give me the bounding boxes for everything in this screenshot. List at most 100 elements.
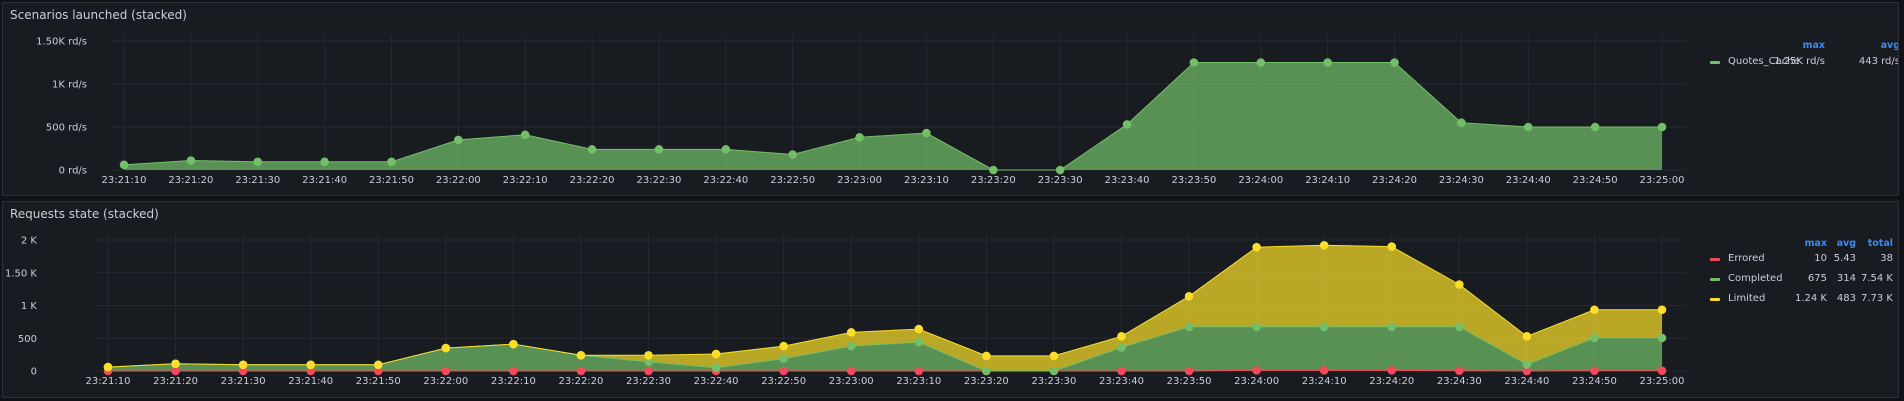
x-tick-label: 23:22:30 (626, 376, 671, 387)
scenarios-chart[interactable]: 0 rd/s 500 rd/s 1K rd/s 1.50K rd/s 23:21:10 2… (3, 3, 1899, 196)
legend-series-name: Limited (1728, 293, 1766, 304)
requests-chart[interactable]: 0 500 1 K 1.50 K 2 K 23:21:10 23:21:20 23:21:30… (3, 202, 1899, 398)
x-tick-label: 23:24:30 (1437, 376, 1482, 387)
legend-header-max[interactable]: max (1795, 40, 1825, 51)
data-point (119, 160, 129, 170)
data-point (1319, 240, 1329, 250)
y-tick-label: 500 rd/s (46, 123, 87, 134)
x-tick-label: 23:23:40 (1105, 175, 1150, 186)
data-point (846, 328, 856, 337)
legend-item-limited[interactable]: Limited 1.24 K 483 7.73 K (1710, 291, 1898, 307)
data-point (846, 366, 856, 376)
legend-value-total: 7.73 K (1860, 293, 1893, 304)
data-point (520, 130, 530, 140)
data-point (1256, 58, 1266, 67)
y-tick-label: 0 rd/s (59, 166, 87, 177)
data-point (576, 350, 586, 360)
legend-header-avg[interactable]: avg (1870, 40, 1898, 51)
data-point (1590, 333, 1599, 343)
legend-item-errored[interactable]: Errored 10 5.43 38 (1710, 251, 1898, 267)
data-point (1117, 366, 1126, 376)
data-point (914, 337, 924, 347)
legend-swatch (1710, 278, 1720, 281)
x-tick-label: 23:24:40 (1506, 175, 1551, 186)
x-tick-label: 23:22:40 (694, 376, 739, 387)
x-tick-label: 23:23:00 (837, 175, 882, 186)
data-point (1590, 122, 1600, 132)
x-tick-label: 23:24:20 (1372, 175, 1417, 186)
x-tick-label: 23:21:30 (235, 175, 280, 186)
data-point (779, 341, 788, 351)
data-point (779, 366, 788, 376)
data-point (1184, 292, 1194, 301)
data-point (509, 366, 518, 376)
data-point (103, 362, 113, 372)
x-tick-label: 23:21:40 (288, 376, 333, 387)
data-point (441, 343, 451, 353)
data-point (1252, 322, 1261, 332)
data-point (454, 135, 463, 145)
legend-value-max: 1.25K rd/s (1774, 56, 1825, 67)
legend-header-max[interactable]: max (1797, 238, 1827, 249)
x-tick-label: 23:23:30 (1038, 175, 1083, 186)
x-tick-label: 23:23:00 (829, 376, 874, 387)
data-point (1590, 366, 1599, 375)
data-point (1049, 351, 1059, 361)
x-tick-label: 23:21:10 (86, 376, 131, 387)
x-tick-label: 23:23:20 (964, 376, 1009, 387)
x-tick-label: 23:24:10 (1305, 175, 1350, 186)
data-point (1590, 305, 1599, 315)
x-tick-label: 23:24:50 (1573, 175, 1618, 186)
legend-item-quotes_cache[interactable]: Quotes_Cache 1.25K rd/s 443 rd/s (1710, 54, 1899, 70)
x-tick-label: 23:22:20 (558, 376, 603, 387)
legend-header-avg[interactable]: avg (1826, 238, 1856, 249)
data-point (846, 341, 856, 351)
x-tick-label: 23:24:30 (1439, 175, 1484, 186)
data-point (1252, 366, 1261, 375)
x-tick-label: 23:21:10 (102, 175, 147, 186)
x-tick-label: 23:24:40 (1504, 376, 1549, 387)
scenarios-launched-panel[interactable]: Scenarios launched (stacked) 0 rd/s 500 r… (2, 2, 1899, 196)
x-tick-label: 23:22:00 (436, 175, 481, 186)
data-point (186, 156, 196, 165)
x-tick-label: 23:23:40 (1099, 376, 1144, 387)
legend-value-total: 7.54 K (1860, 273, 1893, 284)
data-point (1523, 122, 1533, 132)
data-point (711, 363, 721, 373)
data-point (238, 360, 248, 370)
x-tick-label: 23:22:10 (491, 376, 536, 387)
data-point (1657, 305, 1667, 315)
data-point (1122, 120, 1132, 129)
x-tick-label: 23:23:50 (1171, 175, 1216, 186)
data-point (922, 128, 931, 138)
data-point (1055, 165, 1065, 175)
legend-value-avg: 443 rd/s (1858, 56, 1899, 67)
data-point (711, 349, 721, 359)
requests-state-panel[interactable]: Requests state (stacked) 0 500 1 K 1.50 K2 … (2, 201, 1899, 398)
data-point (576, 366, 586, 376)
data-point (1387, 366, 1397, 375)
x-tick-label: 23:21:20 (153, 376, 198, 387)
data-point (253, 157, 263, 167)
data-point (654, 145, 664, 154)
data-point (982, 366, 991, 376)
legend-item-completed[interactable]: Completed 675 314 7.54 K (1710, 271, 1898, 287)
x-tick-label: 23:24:20 (1369, 376, 1414, 387)
x-tick-label: 23:21:50 (369, 175, 414, 186)
data-point (721, 145, 731, 154)
data-point (1323, 58, 1332, 67)
x-tick-label: 23:25:00 (1640, 376, 1685, 387)
x-tick-label: 23:22:40 (703, 175, 748, 186)
y-tick-label: 1.50 K (5, 268, 37, 279)
x-tick-label: 23:23:30 (1031, 376, 1076, 387)
x-tick-label: 23:24:10 (1302, 376, 1347, 387)
y-tick-label: 1K rd/s (52, 80, 87, 91)
legend-header-total[interactable]: total (1863, 238, 1893, 249)
x-tick-label: 23:22:20 (570, 175, 615, 186)
data-point (373, 360, 383, 370)
y-tick-label: 1 K (21, 301, 38, 312)
data-point (989, 165, 998, 175)
x-tick-label: 23:23:20 (971, 175, 1016, 186)
data-point (1522, 331, 1532, 341)
y-tick-label: 1.50K rd/s (36, 37, 87, 48)
